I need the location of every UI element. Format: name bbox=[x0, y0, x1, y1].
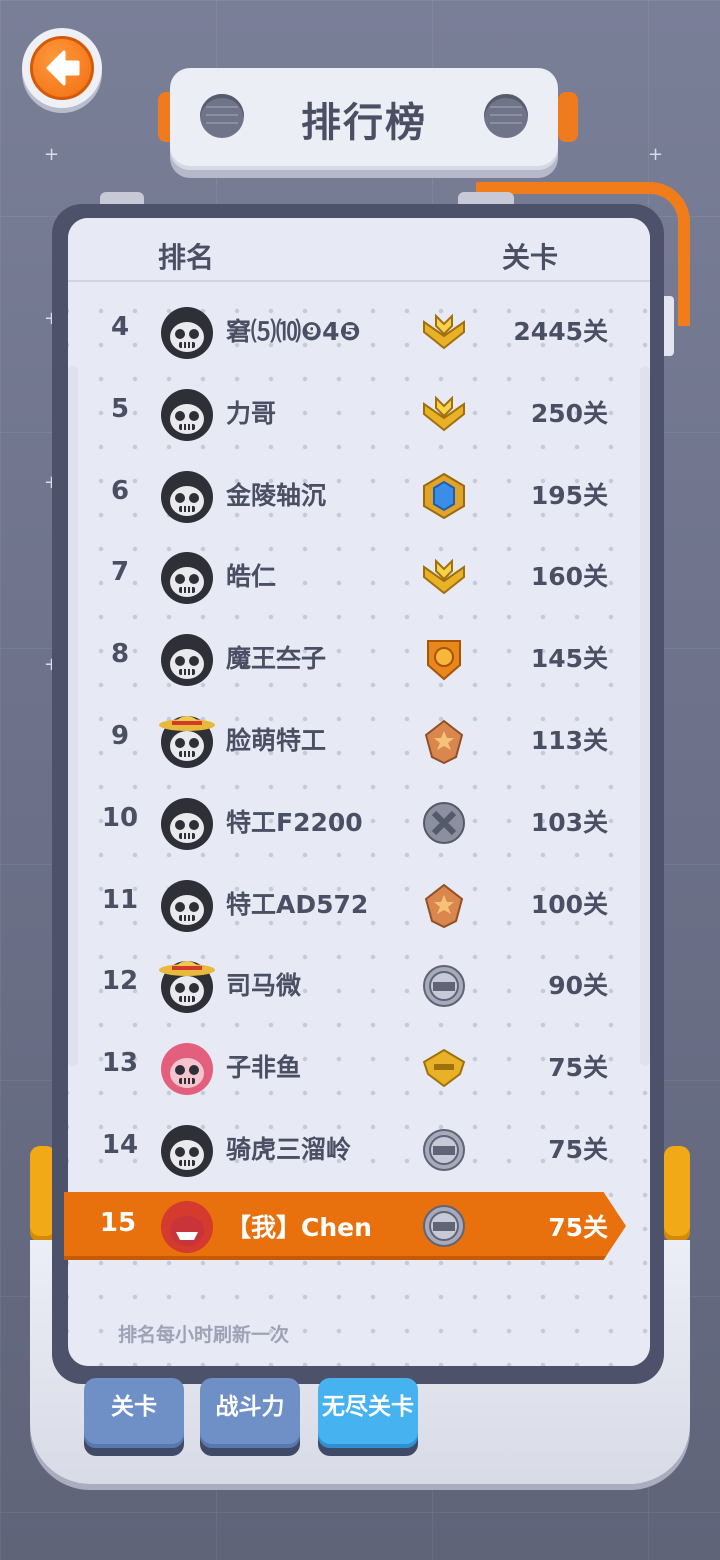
rank-number: 5 bbox=[110, 393, 130, 424]
rank-badge-icon bbox=[420, 1044, 468, 1092]
my-avatar bbox=[158, 1196, 216, 1254]
my-badge-icon bbox=[420, 1202, 468, 1250]
leaderboard-row[interactable]: 9 脸萌特工 113关 bbox=[68, 699, 650, 781]
page-title: 排行榜 bbox=[301, 100, 427, 146]
rank-badge-icon bbox=[420, 717, 468, 765]
my-rank-row[interactable]: 15 【我】Chen 75关 bbox=[64, 1192, 626, 1260]
rank-number: 14 bbox=[101, 1130, 139, 1160]
level-score: 250关 bbox=[530, 398, 608, 428]
player-avatar[interactable] bbox=[158, 384, 216, 442]
rank-badge-icon bbox=[420, 553, 468, 601]
level-score: 103关 bbox=[530, 807, 608, 837]
level-score: 90关 bbox=[548, 971, 608, 1001]
level-score: 195关 bbox=[530, 480, 608, 510]
leaderboard-row[interactable]: 5 力哥 250关 bbox=[68, 372, 650, 454]
leaderboard-row[interactable]: 4 窘⑸⑽❾4❺ 2445关 bbox=[68, 290, 650, 372]
player-avatar[interactable] bbox=[158, 1120, 216, 1178]
leaderboard-header: 排名 关卡 bbox=[68, 218, 650, 282]
rank-number: 12 bbox=[101, 966, 139, 997]
refresh-note: 排名每小时刷新一次 bbox=[118, 1324, 290, 1346]
player-avatar[interactable] bbox=[158, 629, 216, 687]
player-avatar[interactable] bbox=[158, 956, 216, 1014]
rank-number: 11 bbox=[101, 884, 139, 915]
leaderboard-row[interactable]: 8 魔王夳子 145关 bbox=[68, 617, 650, 699]
leaderboard-row[interactable]: 14 骑虎三溜岭 75关 bbox=[68, 1108, 650, 1190]
player-name: 司马微 bbox=[226, 971, 302, 1001]
leaderboard-row[interactable]: 12 司马微 90关 bbox=[68, 944, 650, 1026]
player-name: 特工F2200 bbox=[226, 807, 363, 837]
rank-badge-icon bbox=[420, 881, 468, 929]
player-avatar[interactable] bbox=[158, 302, 216, 360]
player-name: 特工AD572 bbox=[226, 889, 369, 919]
rank-badge-icon bbox=[420, 799, 468, 847]
player-name: 窘⑸⑽❾4❺ bbox=[226, 317, 361, 346]
rank-badge-icon bbox=[420, 390, 468, 438]
rank-number: 7 bbox=[110, 557, 130, 588]
player-avatar[interactable] bbox=[158, 466, 216, 524]
rank-number: 10 bbox=[101, 802, 139, 833]
player-avatar[interactable] bbox=[158, 711, 216, 769]
player-name: 骑虎三溜岭 bbox=[226, 1135, 352, 1164]
tray-handle-right bbox=[664, 1146, 690, 1242]
arrow-left-icon bbox=[46, 50, 80, 86]
player-avatar[interactable] bbox=[158, 547, 216, 605]
rank-badge-icon bbox=[420, 635, 468, 683]
rank-number: 9 bbox=[110, 721, 130, 751]
my-name: 【我】Chen bbox=[226, 1213, 372, 1242]
rank-number: 13 bbox=[101, 1048, 139, 1079]
tab-levels[interactable]: 关卡 bbox=[84, 1378, 184, 1448]
rank-badge-icon bbox=[420, 1126, 468, 1174]
player-name: 脸萌特工 bbox=[226, 726, 327, 755]
level-score: 160关 bbox=[530, 562, 608, 592]
leaderboard-row[interactable]: 6 金陵轴沉 195关 bbox=[68, 454, 650, 536]
rank-badge-icon bbox=[420, 472, 468, 520]
player-name: 子非鱼 bbox=[226, 1053, 302, 1083]
my-rank: 15 bbox=[99, 1208, 137, 1238]
rank-number: 8 bbox=[110, 639, 130, 670]
my-score: 75关 bbox=[548, 1213, 608, 1242]
rank-badge-icon bbox=[420, 962, 468, 1010]
leaderboard-row[interactable]: 10 特工F2200 103关 bbox=[68, 781, 650, 863]
plus-mark: + bbox=[648, 144, 664, 165]
level-score: 100关 bbox=[530, 889, 608, 919]
level-score: 113关 bbox=[530, 726, 608, 755]
player-avatar[interactable] bbox=[158, 875, 216, 933]
title-tab-right bbox=[558, 92, 578, 142]
player-name: 魔王夳子 bbox=[226, 644, 327, 674]
level-score: 145关 bbox=[530, 644, 608, 674]
title-plate: 排行榜 bbox=[170, 68, 558, 170]
rank-number: 6 bbox=[110, 475, 130, 506]
tab-endless-levels[interactable]: 无尽关卡 bbox=[318, 1378, 418, 1448]
player-avatar[interactable] bbox=[158, 1038, 216, 1096]
rank-column-header: 排名 bbox=[158, 241, 215, 274]
leaderboard-row[interactable]: 13 子非鱼 75关 bbox=[68, 1026, 650, 1108]
tab-combat-power[interactable]: 战斗力 bbox=[200, 1378, 300, 1448]
player-name: 皓仁 bbox=[226, 562, 277, 592]
level-score: 75关 bbox=[548, 1053, 608, 1083]
leaderboard-row[interactable]: 11 特工AD572 100关 bbox=[68, 863, 650, 945]
player-avatar[interactable] bbox=[158, 793, 216, 851]
player-name: 金陵轴沉 bbox=[226, 480, 327, 510]
level-column-header: 关卡 bbox=[502, 241, 559, 274]
rank-number: 4 bbox=[110, 312, 130, 342]
player-name: 力哥 bbox=[226, 398, 277, 428]
level-score: 2445关 bbox=[513, 317, 608, 346]
leaderboard-row[interactable]: 7 皓仁 160关 bbox=[68, 535, 650, 617]
level-score: 75关 bbox=[548, 1135, 608, 1164]
back-button[interactable] bbox=[22, 28, 102, 108]
rank-badge-icon bbox=[420, 308, 468, 356]
plus-mark: + bbox=[44, 144, 60, 165]
